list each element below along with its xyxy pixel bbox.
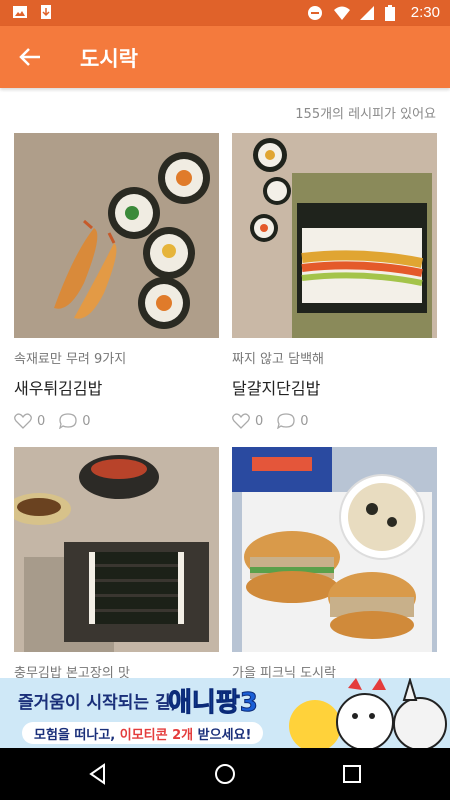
recipe-image xyxy=(14,133,219,338)
triangle-back-icon xyxy=(89,763,105,785)
recipe-subtitle: 속재료만 무려 9가지 xyxy=(14,352,127,367)
comment-count[interactable]: 0 xyxy=(59,413,91,429)
recipe-subtitle: 충무김밥 본고장의 맛 xyxy=(14,666,130,678)
ad-headline: 즐거움이 시작되는 길, xyxy=(18,693,178,713)
status-bar: 2:30 xyxy=(0,0,450,26)
recipe-card[interactable]: 짜지 않고 담백해 달걀지단김밥 0 0 xyxy=(232,133,437,429)
recipe-card[interactable]: 가을 피크닉 도시락 xyxy=(232,447,437,678)
ad-cta-highlight: 이모티콘 2개 xyxy=(119,728,194,743)
nav-home-button[interactable] xyxy=(213,762,237,786)
system-nav-bar xyxy=(0,748,450,800)
ad-cta-part: 받으세요! xyxy=(193,728,252,743)
recipe-image xyxy=(14,447,219,652)
heart-icon xyxy=(14,413,32,429)
recipe-image xyxy=(232,133,437,338)
recipe-count: 155개의 레시피가 있어요 xyxy=(295,107,436,122)
wifi-icon xyxy=(333,5,350,21)
heart-icon xyxy=(232,413,250,429)
recipe-title: 새우튀김김밥 xyxy=(14,379,103,398)
back-button[interactable] xyxy=(16,43,44,71)
comment-count[interactable]: 0 xyxy=(277,413,309,429)
download-icon xyxy=(38,4,54,20)
comment-icon xyxy=(59,413,77,429)
recipe-card[interactable]: 충무김밥 본고장의 맛 xyxy=(14,447,219,678)
like-count-value: 0 xyxy=(37,413,46,429)
nav-back-button[interactable] xyxy=(86,762,110,786)
recipe-list[interactable]: 155개의 레시피가 있어요 속재료만 무려 9가지 새우튀김김밥 0 0 짜지… xyxy=(0,88,450,678)
nav-recents-button[interactable] xyxy=(340,762,364,786)
square-recents-icon xyxy=(343,765,361,783)
comment-icon xyxy=(277,413,295,429)
recipe-subtitle: 짜지 않고 담백해 xyxy=(232,352,324,367)
image-icon xyxy=(12,4,28,20)
circle-home-icon xyxy=(215,764,235,784)
recipe-image xyxy=(232,447,437,652)
page-title: 도시락 xyxy=(80,47,138,71)
app-bar: 도시락 xyxy=(0,26,450,88)
recipe-title: 달걀지단김밥 xyxy=(232,379,321,398)
ad-cta: 모험을 떠나고, 이모티콘 2개 받으세요! xyxy=(22,722,264,744)
recipe-subtitle: 가을 피크닉 도시락 xyxy=(232,666,336,678)
comment-count-value: 0 xyxy=(300,413,309,429)
ad-banner[interactable]: 즐거움이 시작되는 길, 애니팡3 모험을 떠나고, 이모티콘 2개 받으세요! xyxy=(0,678,450,748)
comment-count-value: 0 xyxy=(82,413,91,429)
signal-icon xyxy=(359,5,375,21)
recipe-card[interactable]: 속재료만 무려 9가지 새우튀김김밥 0 0 xyxy=(14,133,219,429)
ad-cta-part: 모험을 떠나고, xyxy=(34,728,120,743)
status-time: 2:30 xyxy=(410,4,440,21)
do-not-disturb-icon xyxy=(307,5,323,21)
like-count[interactable]: 0 xyxy=(14,413,45,429)
arrow-left-icon xyxy=(19,48,40,66)
like-count[interactable]: 0 xyxy=(232,413,263,429)
like-count-value: 0 xyxy=(255,413,264,429)
battery-icon xyxy=(384,4,401,21)
ad-brand: 애니팡3 xyxy=(168,688,259,719)
